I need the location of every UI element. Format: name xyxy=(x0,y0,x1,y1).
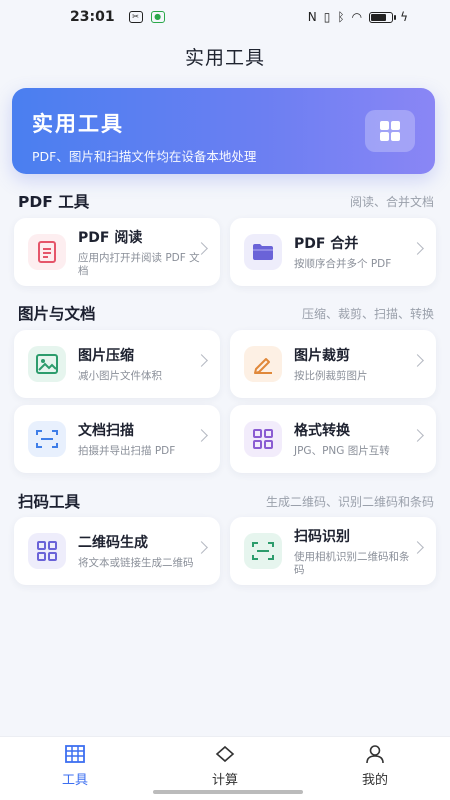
card-desc: 拍摄并导出扫描 PDF xyxy=(78,445,176,457)
hero-banner: 实用工具 PDF、图片和扫描文件均在设备本地处理 xyxy=(12,88,435,174)
battery-fill xyxy=(371,13,387,21)
scan-frame-icon xyxy=(244,533,282,569)
bluetooth-icon: ᛒ xyxy=(337,10,345,24)
status-left: 23:01 ✂ ● xyxy=(70,9,165,25)
section-hint: 生成二维码、识别二维码和条码 xyxy=(265,494,434,509)
battery-icon xyxy=(369,11,397,23)
tab-label: 计算 xyxy=(211,773,238,788)
card-desc: 使用相机识别二维码和条码 xyxy=(294,550,410,576)
nfc-icon: N xyxy=(307,10,317,24)
card-desc: 按顺序合并多个 PDF xyxy=(294,258,392,270)
card-title: 图片压缩 xyxy=(78,348,134,364)
image-crop-card[interactable]: 图片裁剪 按比例裁剪图片 xyxy=(230,330,436,398)
pdf-reader-card[interactable]: PDF 阅读 应用内打开并阅读 PDF 文档 xyxy=(14,218,220,286)
apps-grid-icon xyxy=(380,121,400,141)
scan-recognize-card[interactable]: 扫码识别 使用相机识别二维码和条码 xyxy=(230,517,436,585)
document-scan-card[interactable]: 文档扫描 拍摄并导出扫描 PDF xyxy=(14,405,220,473)
image-icon xyxy=(28,346,66,382)
hero-title: 实用工具 xyxy=(32,112,124,136)
status-time: 23:01 xyxy=(70,9,115,25)
qr-grid-icon xyxy=(28,533,66,569)
pencil-icon xyxy=(244,346,282,382)
notification-app-icon: ✂ xyxy=(128,11,143,23)
card-title: 图片裁剪 xyxy=(294,348,350,364)
scan-icon xyxy=(28,421,66,457)
charging-icon: ϟ xyxy=(400,10,408,24)
card-title: 扫码识别 xyxy=(294,528,350,545)
grid-table-icon xyxy=(64,743,86,765)
card-title: 二维码生成 xyxy=(78,535,148,551)
hero-subtitle: PDF、图片和扫描文件均在设备本地处理 xyxy=(32,149,257,164)
tab-tools[interactable]: 工具 xyxy=(0,737,150,800)
section-pdf-header: PDF 工具 阅读、合并文档 xyxy=(18,190,434,212)
status-bar: 23:01 ✂ ● N ▯ ᛒ ◠ ϟ xyxy=(0,0,450,34)
card-desc: JPG、PNG 图片互转 xyxy=(294,445,390,457)
home-indicator[interactable] xyxy=(153,790,303,794)
status-right: N ▯ ᛒ ◠ ϟ xyxy=(308,10,408,24)
card-title: PDF 阅读 xyxy=(78,229,143,246)
card-desc: 减小图片文件体积 xyxy=(78,370,162,382)
section-hint: 压缩、裁剪、扫描、转换 xyxy=(301,306,434,321)
card-desc: 将文本或链接生成二维码 xyxy=(78,557,194,569)
folder-icon xyxy=(244,234,282,270)
grid-icon xyxy=(244,421,282,457)
tab-mine[interactable]: 我的 xyxy=(300,737,450,800)
section-image-header: 图片与文档 压缩、裁剪、扫描、转换 xyxy=(18,302,434,324)
hero-apps-button[interactable] xyxy=(365,110,415,152)
card-desc: 按比例裁剪图片 xyxy=(294,370,368,382)
vibrate-icon: ▯ xyxy=(323,10,331,24)
card-title: 文档扫描 xyxy=(78,423,134,439)
card-title: 格式转换 xyxy=(294,423,350,439)
section-title: PDF 工具 xyxy=(18,193,90,211)
format-convert-card[interactable]: 格式转换 JPG、PNG 图片互转 xyxy=(230,405,436,473)
person-icon xyxy=(364,743,386,765)
section-qr-header: 扫码工具 生成二维码、识别二维码和条码 xyxy=(18,490,434,512)
wechat-icon: ● xyxy=(150,11,165,23)
tab-label: 工具 xyxy=(61,773,88,788)
diamond-icon xyxy=(214,743,236,765)
section-title: 图片与文档 xyxy=(18,305,96,323)
page-title: 实用工具 xyxy=(184,47,265,69)
qr-generate-card[interactable]: 二维码生成 将文本或链接生成二维码 xyxy=(14,517,220,585)
document-icon xyxy=(28,234,66,270)
pdf-merge-card[interactable]: PDF 合并 按顺序合并多个 PDF xyxy=(230,218,436,286)
wifi-icon: ◠ xyxy=(351,10,363,24)
section-hint: 阅读、合并文档 xyxy=(349,194,434,209)
tab-label: 我的 xyxy=(361,773,388,788)
image-compress-card[interactable]: 图片压缩 减小图片文件体积 xyxy=(14,330,220,398)
card-title: PDF 合并 xyxy=(294,236,359,252)
section-title: 扫码工具 xyxy=(18,493,81,511)
card-desc: 应用内打开并阅读 PDF 文档 xyxy=(78,251,200,277)
